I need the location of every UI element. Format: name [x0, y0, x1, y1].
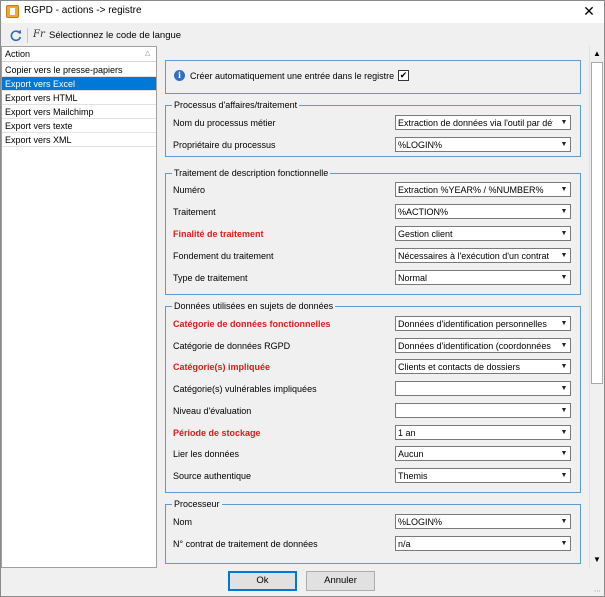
- label-lier-donnees: Lier les données: [173, 449, 240, 459]
- label-type-traitement: Type de traitement: [173, 273, 248, 283]
- scroll-thumb[interactable]: [591, 62, 603, 384]
- group-title: Processus d'affaires/traitement: [172, 100, 300, 110]
- list-item-text[interactable]: Export vers texte: [2, 119, 156, 133]
- combo-value: Données d'identification (coordonnées et: [398, 341, 553, 351]
- categorie-fonctionnelle-combo[interactable]: Données d'identification personnelles ▼: [395, 316, 571, 331]
- proprietaire-combo[interactable]: %LOGIN% ▼: [395, 137, 571, 152]
- action-column-label: Action: [5, 49, 31, 59]
- combo-value: Themis: [398, 471, 428, 481]
- chevron-down-icon[interactable]: ▼: [558, 183, 570, 196]
- chevron-down-icon[interactable]: ▼: [558, 537, 570, 550]
- combo-value: 1 an: [398, 428, 416, 438]
- chevron-down-icon[interactable]: ▼: [558, 271, 570, 284]
- combo-value: %LOGIN%: [398, 140, 443, 150]
- chevron-down-icon[interactable]: ▼: [558, 447, 570, 460]
- window-title: RGPD - actions -> registre: [24, 5, 142, 16]
- action-list: Action △ Copier vers le presse-papiers E…: [1, 46, 157, 568]
- label-numero: Numéro: [173, 185, 206, 195]
- group-donnees: Données utilisées en sujets de données: [165, 301, 581, 493]
- niveau-evaluation-combo[interactable]: ▼: [395, 403, 571, 418]
- nom-combo[interactable]: %LOGIN% ▼: [395, 514, 571, 529]
- label-nom: Nom: [173, 517, 193, 527]
- info-icon: i: [174, 70, 185, 81]
- nom-processus-combo[interactable]: Extraction de données via l'outil par dé…: [395, 115, 571, 130]
- label-periode-stockage: Période de stockage: [173, 428, 261, 438]
- app-icon: [6, 5, 19, 18]
- action-list-header[interactable]: Action △: [2, 47, 156, 62]
- combo-value: Gestion client: [398, 229, 453, 239]
- list-item-xml[interactable]: Export vers XML: [2, 133, 156, 147]
- label-proprietaire: Propriétaire du processus: [173, 140, 276, 150]
- combo-value: Normal: [398, 273, 428, 283]
- language-select-label[interactable]: Sélectionnez le code de langue: [49, 30, 181, 41]
- periode-stockage-combo[interactable]: 1 an ▼: [395, 425, 571, 440]
- source-authentique-combo[interactable]: Themis ▼: [395, 468, 571, 483]
- list-item-copy[interactable]: Copier vers le presse-papiers: [2, 63, 156, 77]
- chevron-down-icon[interactable]: ▼: [558, 404, 570, 417]
- group-title: Processeur: [172, 499, 222, 509]
- label-categorie-rgpd: Catégorie de données RGPD: [173, 341, 291, 351]
- auto-create-checkbox[interactable]: ✔: [398, 70, 409, 81]
- chevron-down-icon[interactable]: ▼: [558, 515, 570, 528]
- label-categories-vulnerables: Catégorie(s) vulnérables impliquées: [173, 384, 317, 394]
- categorie-rgpd-combo[interactable]: Données d'identification (coordonnées et…: [395, 338, 571, 353]
- refresh-icon[interactable]: [9, 29, 23, 42]
- chevron-down-icon[interactable]: ▼: [558, 249, 570, 262]
- close-button[interactable]: ✕: [574, 1, 604, 21]
- categories-impliquee-combo[interactable]: Clients et contacts de dossiers ▼: [395, 359, 571, 374]
- chevron-down-icon[interactable]: ▼: [558, 205, 570, 218]
- combo-value: Clients et contacts de dossiers: [398, 362, 521, 372]
- resize-grip-icon[interactable]: ⋯: [594, 587, 601, 595]
- chevron-down-icon[interactable]: ▼: [558, 317, 570, 330]
- scroll-down-icon[interactable]: ▼: [590, 553, 604, 566]
- label-finalite: Finalité de traitement: [173, 229, 264, 239]
- toolbar-separator: [27, 28, 28, 43]
- combo-value: Nécessaires à l'exécution d'un contrat: [398, 251, 550, 261]
- cancel-button[interactable]: Annuler: [306, 571, 375, 591]
- group-processeur: Processeur: [165, 499, 581, 564]
- chevron-down-icon[interactable]: ▼: [558, 426, 570, 439]
- combo-value: Extraction de données via l'outil par dé…: [398, 118, 553, 128]
- label-source-authentique: Source authentique: [173, 471, 252, 481]
- finalite-combo[interactable]: Gestion client ▼: [395, 226, 571, 241]
- categories-vulnerables-combo[interactable]: ▼: [395, 381, 571, 396]
- lier-donnees-combo[interactable]: Aucun ▼: [395, 446, 571, 461]
- chevron-down-icon[interactable]: ▼: [558, 382, 570, 395]
- chevron-down-icon[interactable]: ▼: [558, 360, 570, 373]
- label-fondement: Fondement du traitement: [173, 251, 274, 261]
- combo-value: %ACTION%: [398, 207, 449, 217]
- combo-value: Données d'identification personnelles: [398, 319, 547, 329]
- chevron-down-icon[interactable]: ▼: [558, 469, 570, 482]
- combo-value: Extraction %YEAR% / %NUMBER%: [398, 185, 544, 195]
- list-item-excel[interactable]: Export vers Excel: [2, 77, 156, 91]
- scroll-up-icon[interactable]: ▲: [590, 47, 604, 60]
- combo-value: Aucun: [398, 449, 424, 459]
- ok-button[interactable]: Ok: [228, 571, 297, 591]
- type-traitement-combo[interactable]: Normal ▼: [395, 270, 571, 285]
- auto-create-label: Créer automatiquement une entrée dans le…: [190, 71, 395, 81]
- sort-up-icon: △: [145, 50, 151, 57]
- label-contrat: N° contrat de traitement de données: [173, 539, 318, 549]
- chevron-down-icon[interactable]: ▼: [558, 116, 570, 129]
- traitement-combo[interactable]: %ACTION% ▼: [395, 204, 571, 219]
- list-item-mailchimp[interactable]: Export vers Mailchimp: [2, 105, 156, 119]
- list-item-html[interactable]: Export vers HTML: [2, 91, 156, 105]
- fondement-combo[interactable]: Nécessaires à l'exécution d'un contrat ▼: [395, 248, 571, 263]
- chevron-down-icon[interactable]: ▼: [558, 138, 570, 151]
- group-title: Traitement de description fonctionnelle: [172, 168, 331, 178]
- combo-value: %LOGIN%: [398, 517, 443, 527]
- language-code[interactable]: Fr: [33, 29, 45, 40]
- vertical-scrollbar[interactable]: ▲ ▼: [589, 46, 604, 568]
- label-categorie-fonctionnelle: Catégorie de données fonctionnelles: [173, 319, 331, 329]
- label-nom-processus: Nom du processus métier: [173, 118, 276, 128]
- group-title: Données utilisées en sujets de données: [172, 301, 336, 311]
- numero-combo[interactable]: Extraction %YEAR% / %NUMBER% ▼: [395, 182, 571, 197]
- chevron-down-icon[interactable]: ▼: [558, 227, 570, 240]
- label-niveau-evaluation: Niveau d'évaluation: [173, 406, 252, 416]
- label-categories-impliquee: Catégorie(s) impliquée: [173, 362, 271, 372]
- label-traitement: Traitement: [173, 207, 216, 217]
- combo-value: n/a: [398, 539, 411, 549]
- chevron-down-icon[interactable]: ▼: [558, 339, 570, 352]
- contrat-combo[interactable]: n/a ▼: [395, 536, 571, 551]
